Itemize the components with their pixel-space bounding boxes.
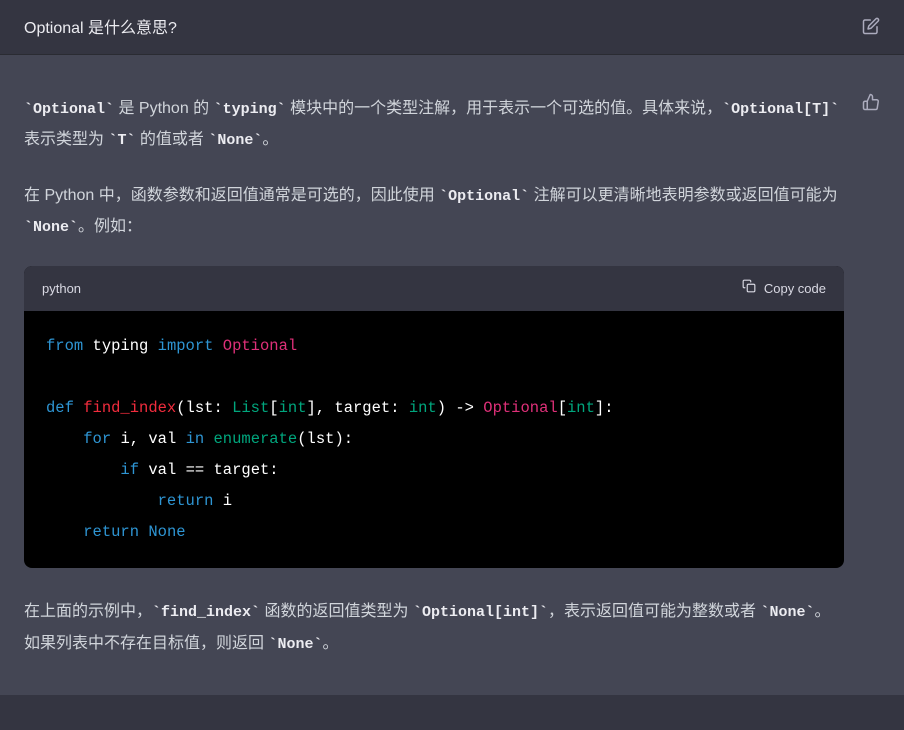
paragraph-1: `Optional` 是 Python 的 `typing` 模块中的一个类型注… (24, 93, 844, 156)
code-language-label: python (42, 276, 81, 301)
inline-code: `None` (24, 219, 78, 236)
code-block-header: python Copy code (24, 266, 844, 311)
inline-code: `None` (268, 636, 322, 653)
assistant-content: `Optional` 是 Python 的 `typing` 模块中的一个类型注… (24, 93, 844, 659)
code-block: python Copy code from typing import Opti… (24, 266, 844, 568)
paragraph-2: 在 Python 中，函数参数和返回值通常是可选的，因此使用 `Optional… (24, 180, 844, 243)
inline-code: `Optional[T]` (722, 101, 839, 118)
inline-code: `find_index` (152, 604, 260, 621)
paragraph-3: 在上面的示例中，`find_index` 函数的返回值类型为 `Optional… (24, 596, 844, 659)
inline-code: `typing` (214, 101, 286, 118)
copy-code-label: Copy code (764, 276, 826, 301)
inline-code: `T` (108, 132, 135, 149)
user-question: Optional 是什么意思? (24, 14, 177, 38)
inline-code: `Optional` (24, 101, 114, 118)
edit-icon[interactable] (862, 17, 880, 35)
assistant-message: `Optional` 是 Python 的 `typing` 模块中的一个类型注… (0, 55, 904, 695)
copy-code-button[interactable]: Copy code (742, 276, 826, 301)
clipboard-icon (742, 276, 756, 301)
code-content: from typing import Optional def find_ind… (24, 311, 844, 568)
inline-code: `None` (760, 604, 814, 621)
user-message-row: Optional 是什么意思? (0, 0, 904, 55)
inline-code: `Optional[int]` (413, 604, 548, 621)
thumbs-up-icon[interactable] (862, 93, 880, 111)
inline-code: `Optional` (439, 188, 529, 205)
inline-code: `None` (208, 132, 262, 149)
